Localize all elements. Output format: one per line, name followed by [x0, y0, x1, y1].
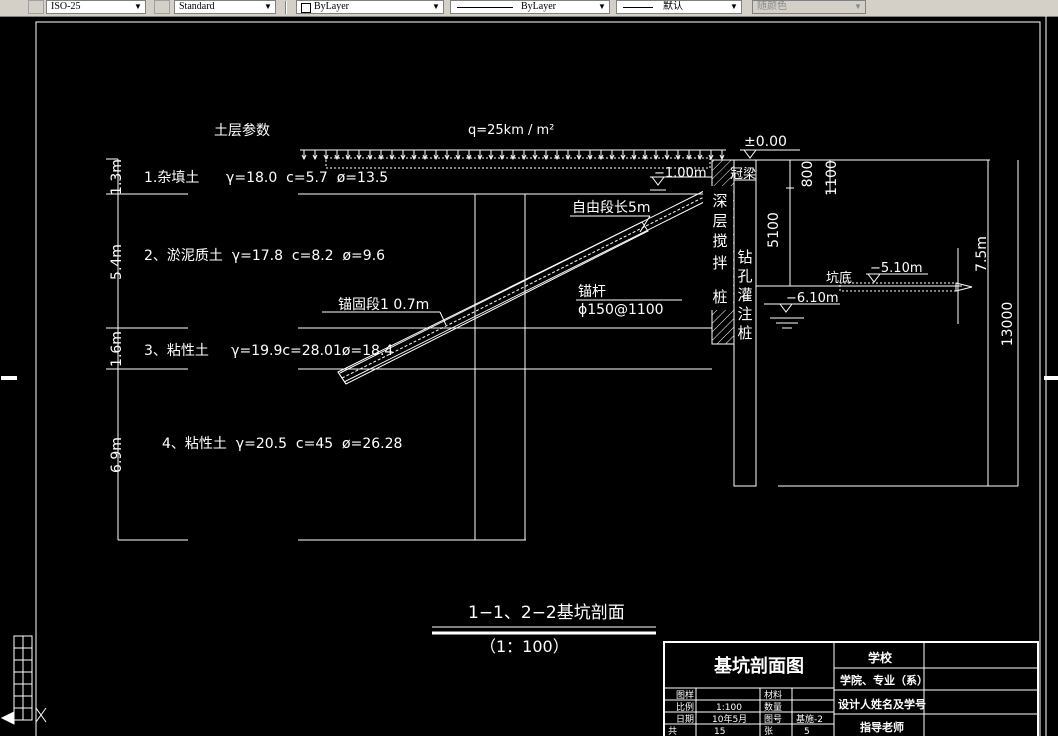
ucs-icon: [0, 707, 47, 725]
total-value: 15: [714, 727, 725, 736]
water-level-2-marker: [764, 303, 840, 329]
toolbar-separator: [285, 1, 287, 14]
dim-5100: 5100: [766, 212, 782, 248]
sheet-no-label: 图号: [764, 714, 782, 725]
chevron-down-icon: ▼: [264, 2, 272, 11]
bored-pile-char: 灌: [737, 286, 752, 304]
elevation-top-label: ±0.00: [744, 134, 787, 150]
crown-beam-label: 冠梁: [730, 167, 756, 182]
thickness-4: 6.9m: [109, 437, 125, 473]
soil-params-title: 土层参数: [214, 122, 270, 139]
bored-pile-char: 钻: [737, 248, 752, 266]
section-scale: （1：100）: [480, 637, 569, 656]
linetype-dropdown[interactable]: ByLayer ▼: [450, 0, 610, 14]
tablestyle-dropdown[interactable]: Standard ▼: [174, 0, 276, 14]
layer-dropdown[interactable]: ByLayer ▼: [296, 0, 444, 14]
anchor-fixed-label: 锚固段1 0.7m: [338, 297, 429, 313]
material-label: 材料: [764, 689, 782, 701]
bored-pile-char: 注: [737, 305, 752, 323]
pit-bottom-elev-label: −5.10m: [870, 261, 923, 276]
total-label: 共: [668, 726, 677, 736]
scrollbar-left[interactable]: [1, 376, 33, 721]
page-value: 5: [804, 727, 810, 736]
drawing-label: 图样: [676, 689, 694, 701]
free-length-label: 自由段长5m: [572, 200, 651, 216]
plotstyle-dropdown[interactable]: 随颜色 ▼: [752, 0, 866, 14]
lineweight-value: 默认: [663, 1, 683, 12]
scale-label: 比例: [676, 701, 694, 713]
soil-layer-1: 1.杂填土 γ=18.0 c=5.7 ø=13.5: [144, 170, 388, 186]
chevron-down-icon: ▼: [730, 2, 738, 11]
ground-hatch: [325, 157, 711, 169]
dimstyle-value: ISO-25: [51, 1, 81, 12]
bored-pile-text: 钻 孔 灌 注 桩: [737, 248, 752, 342]
titleblock-school: 学校: [868, 650, 893, 665]
thickness-3: 1.6m: [109, 331, 125, 367]
chevron-down-icon: ▼: [134, 2, 142, 11]
mixing-pile-text: 深 层 搅 拌 桩: [712, 192, 727, 306]
chevron-down-icon: ▼: [432, 2, 440, 11]
thickness-2: 5.4m: [109, 244, 125, 280]
mixing-pile-char: 层: [712, 212, 727, 230]
pit-bottom-hatch: [839, 282, 957, 292]
soil-layer-4: 4、粘性土 γ=20.5 c=45 ø=26.28: [162, 436, 402, 452]
sheet-no-value: 基施-2: [796, 713, 823, 725]
linetype-value: ByLayer: [521, 1, 556, 12]
titleblock-college: 学院、专业（系）: [840, 673, 928, 687]
dim-1100: 1100: [824, 160, 840, 196]
lineweight-preview-icon: [623, 7, 653, 8]
linetype-preview-icon: [457, 7, 513, 8]
properties-toolbar: ISO-25 ▼ Standard ▼ ByLayer ▼ ByLayer ▼ …: [0, 0, 1058, 17]
color-swatch-icon: [301, 3, 311, 13]
titleblock-title: 基坑剖面图: [713, 655, 804, 677]
layer-value: ByLayer: [314, 1, 349, 12]
drawing-canvas[interactable]: 1.3m 5.4m 1.6m 6.9m 土层参数 1.杂填土 γ=18.0 c=…: [0, 16, 1058, 736]
elevation-top-marker: [740, 149, 800, 159]
mixing-pile-char: 桩: [712, 288, 727, 306]
dim-800: 800: [800, 161, 816, 188]
surcharge-load-label: q=25km / m²: [468, 123, 554, 138]
dimstyle-dropdown[interactable]: ISO-25 ▼: [46, 0, 146, 14]
mixing-pile-char: 搅: [712, 232, 727, 250]
pit-bottom-label: 坑底: [826, 270, 852, 286]
date-label: 日期: [676, 714, 694, 725]
bored-pile-char: 孔: [737, 267, 752, 285]
plotstyle-value: 随颜色: [757, 1, 787, 12]
anchor-spec-label: ϕ150@1100: [578, 302, 664, 318]
scale-value: 1:100: [716, 703, 742, 713]
chevron-down-icon: ▼: [854, 2, 862, 11]
dim-13000: 13000: [1000, 302, 1016, 347]
scrollbar-right[interactable]: [1044, 376, 1058, 380]
dimension-style-icon[interactable]: [28, 0, 44, 14]
water-level-label: −1.00m: [654, 166, 707, 181]
titleblock-designer: 设计人姓名及学号: [838, 697, 926, 711]
tablestyle-value: Standard: [179, 1, 215, 12]
mixing-pile-char: 深: [712, 192, 727, 210]
lineweight-dropdown[interactable]: 默认 ▼: [616, 0, 742, 14]
bored-pile-char: 桩: [737, 324, 752, 342]
soil-layer-3: 3、粘性土 γ=19.9c=28.01ø=18.4: [144, 343, 393, 359]
anchor-rod-label: 锚杆: [578, 284, 606, 300]
chevron-down-icon: ▼: [598, 2, 606, 11]
thickness-1: 1.3m: [109, 159, 125, 195]
soil-layer-2: 2、淤泥质土 γ=17.8 c=8.2 ø=9.6: [144, 248, 385, 264]
mixing-pile-char: 拌: [712, 254, 727, 272]
date-value: 10年5月: [712, 713, 747, 725]
section-title: 1−1、2−2基坑剖面: [468, 603, 625, 623]
dim-7.5m: 7.5m: [974, 236, 990, 272]
titleblock-advisor: 指导老师: [860, 720, 904, 734]
bored-pile: [733, 159, 757, 487]
page-label: 张: [764, 726, 773, 736]
quantity-label: 数量: [764, 701, 782, 713]
table-style-icon[interactable]: [154, 0, 170, 14]
